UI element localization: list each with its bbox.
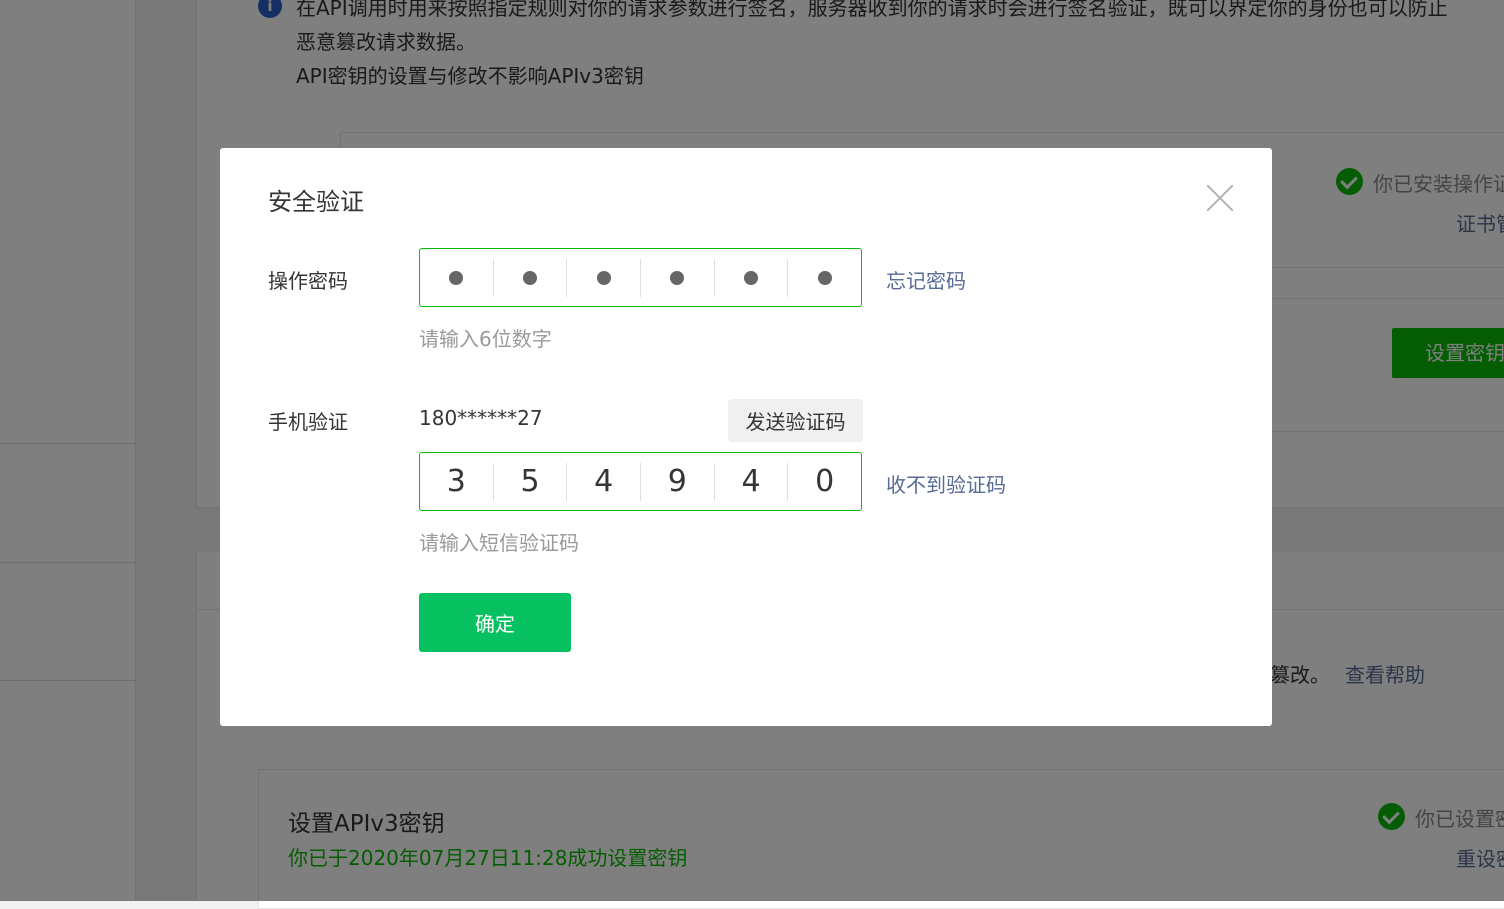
password-dot: [744, 270, 759, 285]
password-dot: [817, 270, 832, 285]
password-cell: [420, 259, 493, 297]
sms-cell: 4: [566, 462, 640, 501]
sms-digit: 5: [520, 464, 540, 499]
sms-hint: 请输入短信验证码: [419, 531, 579, 555]
sms-cell: 5: [492, 462, 567, 501]
sms-cell: 0: [787, 462, 861, 501]
password-cell: [713, 258, 788, 297]
confirm-button[interactable]: 确定: [419, 593, 571, 652]
sms-digit: 4: [741, 464, 761, 499]
close-icon[interactable]: [1206, 184, 1234, 212]
password-cell: [787, 258, 861, 297]
password-dot: [596, 270, 611, 285]
password-cell: [640, 258, 714, 297]
sms-cell: 9: [640, 462, 714, 501]
sms-cell: 4: [713, 462, 788, 501]
sms-digit: 0: [815, 464, 835, 499]
password-cell: [492, 258, 567, 297]
password-dot: [449, 270, 464, 285]
password-hint: 请输入6位数字: [419, 327, 552, 351]
no-code-link[interactable]: 收不到验证码: [886, 469, 1006, 498]
password-label: 操作密码: [268, 269, 348, 293]
forgot-password-link[interactable]: 忘记密码: [886, 265, 966, 294]
dialog-title: 安全验证: [268, 188, 364, 216]
password-input[interactable]: [419, 248, 862, 307]
sms-digit: 4: [594, 464, 614, 499]
phone-number: 180******27: [419, 406, 543, 430]
password-cell: [566, 258, 640, 297]
send-code-button[interactable]: 发送验证码: [728, 399, 863, 442]
sms-digit: 9: [667, 464, 687, 499]
sms-code-input[interactable]: 3 5 4 9 4 0: [419, 452, 862, 511]
password-dot: [670, 270, 685, 285]
phone-label: 手机验证: [268, 410, 348, 434]
security-verification-dialog: 安全验证 操作密码 忘记密码 请输入6位数字 手机验证 180******27 …: [220, 148, 1272, 726]
sms-digit: 3: [446, 464, 466, 499]
sms-cell: 3: [420, 463, 493, 501]
password-dot: [523, 270, 537, 285]
